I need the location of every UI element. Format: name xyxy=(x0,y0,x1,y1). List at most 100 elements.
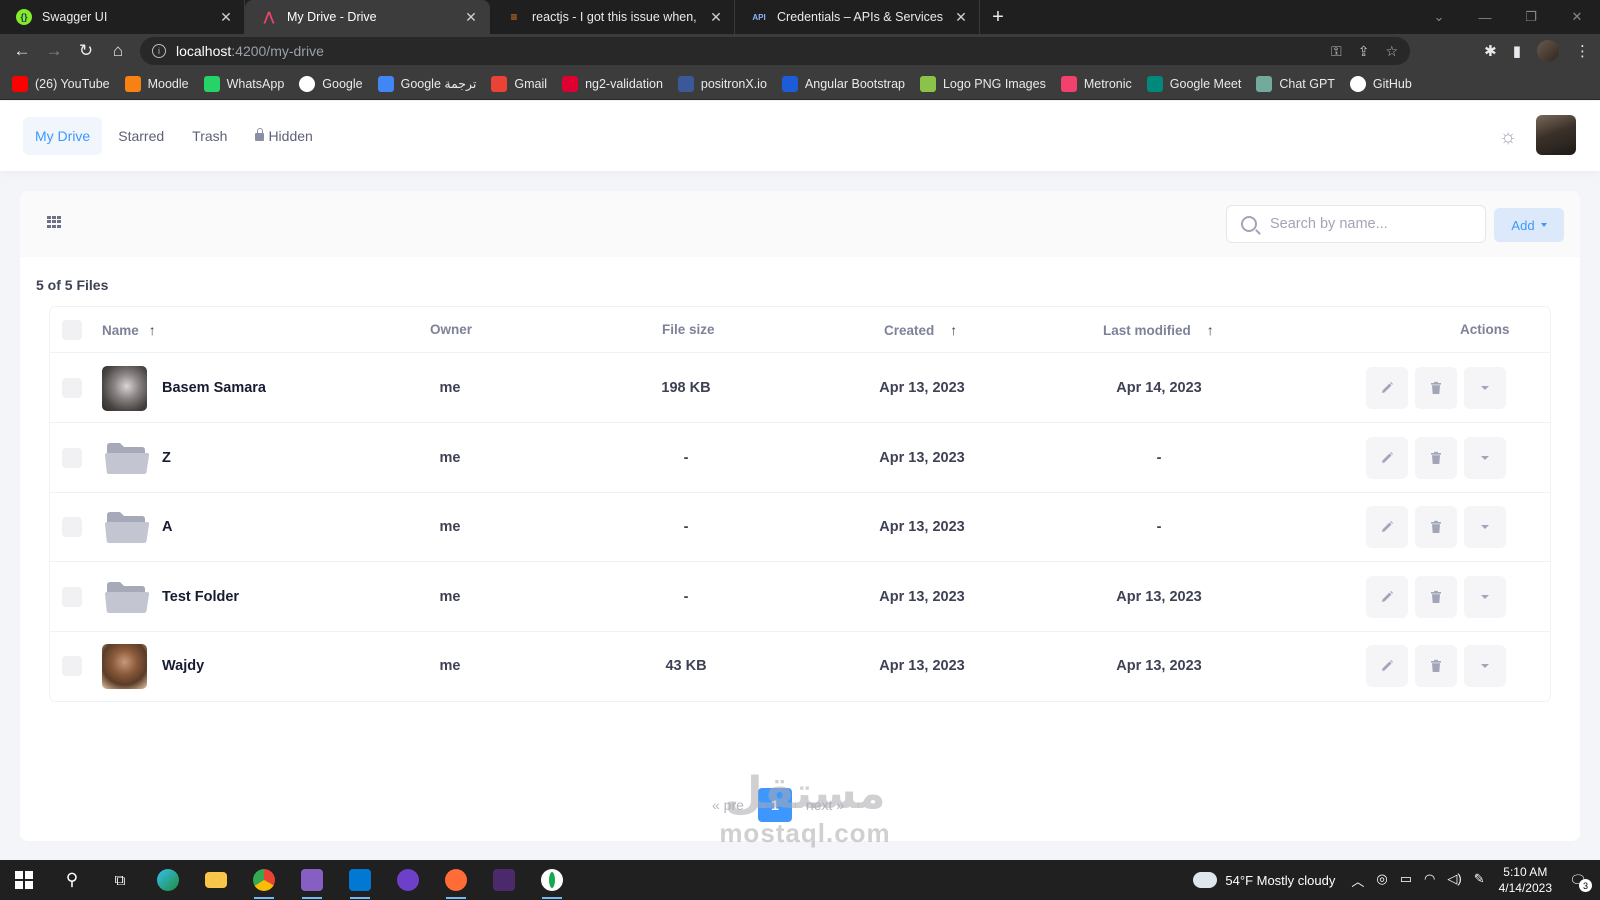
edit-button[interactable] xyxy=(1366,367,1408,409)
browser-tab-stackoverflow[interactable]: ≡ reactjs - I got this issue when, I a ✕ xyxy=(490,0,735,34)
table-row[interactable]: Ame - Apr 13, 2023 - xyxy=(50,492,1550,562)
maximize-button[interactable]: ❐ xyxy=(1508,0,1554,34)
mongodb-compass-icon[interactable] xyxy=(528,860,576,900)
home-button[interactable]: ⌂ xyxy=(102,35,134,67)
site-info-icon[interactable]: i xyxy=(152,44,166,58)
browser-tab-credentials[interactable]: API Credentials – APIs & Services – M ✕ xyxy=(735,0,980,34)
edit-button[interactable] xyxy=(1366,506,1408,548)
page-1-button[interactable]: 1 xyxy=(757,788,792,822)
search-input[interactable] xyxy=(1270,216,1470,232)
tab-trash[interactable]: Trash xyxy=(180,117,239,155)
select-all-checkbox[interactable] xyxy=(62,320,82,340)
sun-icon[interactable]: ☼ xyxy=(1497,126,1519,148)
tab-starred[interactable]: Starred xyxy=(106,117,176,155)
more-actions-button[interactable] xyxy=(1464,575,1506,618)
battery-icon[interactable]: ▭ xyxy=(1400,871,1412,890)
clock[interactable]: 5:10 AM 4/14/2023 xyxy=(1499,864,1552,896)
delete-button[interactable] xyxy=(1415,575,1457,618)
meet-now-icon[interactable]: ◎ xyxy=(1376,871,1387,890)
edit-button[interactable] xyxy=(1366,575,1408,618)
delete-button[interactable] xyxy=(1415,645,1457,687)
more-actions-button[interactable] xyxy=(1464,436,1506,479)
notification-icon[interactable]: 🗨 3 xyxy=(1564,866,1592,894)
vscode-icon[interactable] xyxy=(336,860,384,900)
key-icon[interactable]: ⚿ xyxy=(1331,43,1342,60)
image-thumbnail[interactable] xyxy=(102,644,147,689)
bookmark-item[interactable]: Metronic xyxy=(1060,75,1132,92)
row-checkbox[interactable] xyxy=(62,378,82,398)
browser-tab-swagger[interactable]: {} Swagger UI ✕ xyxy=(0,0,245,34)
bookmark-item[interactable]: Angular Bootstrap xyxy=(781,75,905,92)
file-name[interactable]: A xyxy=(162,519,172,535)
tab-search-icon[interactable]: ⌄ xyxy=(1416,0,1462,34)
file-name[interactable]: Basem Samara xyxy=(162,380,266,396)
share-icon[interactable]: ⇪ xyxy=(1358,43,1370,60)
start-button[interactable] xyxy=(0,860,48,900)
user-avatar[interactable] xyxy=(1536,115,1576,155)
column-last-modified[interactable]: Last modified ↑ xyxy=(1103,322,1214,338)
more-actions-button[interactable] xyxy=(1464,645,1506,687)
task-view-icon[interactable]: ⧉ xyxy=(96,860,144,900)
bookmark-item[interactable]: (26) YouTube xyxy=(12,75,110,92)
table-row[interactable]: Wajdy me 43 KB Apr 13, 2023 Apr 13, 2023 xyxy=(50,631,1550,701)
file-explorer-icon[interactable] xyxy=(192,860,240,900)
image-thumbnail[interactable] xyxy=(102,366,147,411)
bookmark-item[interactable]: ng2-validation xyxy=(562,75,663,92)
more-actions-button[interactable] xyxy=(1464,506,1506,548)
wifi-icon[interactable]: ◠ xyxy=(1424,871,1435,890)
new-tab-button[interactable]: + xyxy=(980,0,1016,34)
row-checkbox[interactable] xyxy=(62,656,82,676)
delete-button[interactable] xyxy=(1415,506,1457,548)
bookmark-item[interactable]: GitHub xyxy=(1349,75,1412,92)
minimize-button[interactable]: — xyxy=(1462,0,1508,34)
column-name[interactable]: Name ↑ xyxy=(102,322,156,338)
row-checkbox[interactable] xyxy=(62,586,82,607)
bookmark-star-icon[interactable]: ☆ xyxy=(1385,43,1398,60)
table-row[interactable]: Test Folder me - Apr 13, 2023 Apr 13, 2023 xyxy=(50,562,1550,632)
file-name[interactable]: Z xyxy=(162,450,171,466)
close-icon[interactable]: ✕ xyxy=(463,9,479,26)
back-button[interactable]: ← xyxy=(6,35,38,67)
file-name[interactable]: Wajdy xyxy=(162,658,204,674)
bookmark-item[interactable]: Google xyxy=(299,75,363,92)
bookmark-item[interactable]: Logo PNG Images xyxy=(919,75,1046,92)
delete-button[interactable] xyxy=(1415,436,1457,479)
add-button[interactable]: Add xyxy=(1494,208,1564,242)
edit-button[interactable] xyxy=(1366,645,1408,687)
reload-button[interactable]: ↻ xyxy=(70,35,102,67)
terminal-icon[interactable] xyxy=(480,860,528,900)
more-actions-button[interactable] xyxy=(1464,367,1506,409)
tab-my-drive[interactable]: My Drive xyxy=(23,117,103,155)
bookmark-item[interactable]: positronX.io xyxy=(677,75,767,92)
weather-widget[interactable]: 54°F Mostly cloudy xyxy=(1193,866,1335,888)
github-desktop-icon[interactable] xyxy=(384,860,432,900)
url-bar[interactable]: i localhost:4200/my-drive ⚿ ⇪ ☆ xyxy=(140,37,1410,65)
chrome-icon[interactable] xyxy=(240,860,288,900)
browser-tab-my-drive[interactable]: ⋀ My Drive - Drive ✕ xyxy=(245,0,490,34)
tab-hidden[interactable]: Hidden xyxy=(243,117,324,155)
bookmark-item[interactable]: Google Meet xyxy=(1146,75,1241,92)
bookmark-item[interactable]: Google ترجمة xyxy=(377,75,476,92)
column-created[interactable]: Created ↑ xyxy=(884,322,957,338)
bookmark-item[interactable]: Moodle xyxy=(124,75,189,92)
table-row[interactable]: Basem Samara me 198 KB Apr 13, 2023 Apr 14, … xyxy=(50,353,1550,423)
pen-icon[interactable]: ✎ xyxy=(1474,871,1485,890)
side-panel-icon[interactable]: ▮ xyxy=(1513,42,1521,60)
edit-button[interactable] xyxy=(1366,436,1408,479)
visual-studio-icon[interactable] xyxy=(288,860,336,900)
postman-icon[interactable] xyxy=(432,860,480,900)
chevron-up-icon[interactable]: ︿ xyxy=(1351,871,1364,890)
table-row[interactable]: Zme - Apr 13, 2023 - xyxy=(50,423,1550,493)
close-icon[interactable]: ✕ xyxy=(218,9,234,26)
volume-icon[interactable]: ◁) xyxy=(1447,871,1461,890)
grid-view-icon[interactable] xyxy=(47,216,61,228)
close-icon[interactable]: ✕ xyxy=(708,9,724,26)
extensions-icon[interactable]: ✱ xyxy=(1484,42,1497,60)
bookmark-item[interactable]: Gmail xyxy=(491,75,547,92)
close-window-button[interactable]: ✕ xyxy=(1554,0,1600,34)
bookmark-item[interactable]: Chat GPT xyxy=(1256,75,1335,92)
edge-icon[interactable] xyxy=(144,860,192,900)
next-page-link[interactable]: next » xyxy=(806,797,844,813)
delete-button[interactable] xyxy=(1415,367,1457,409)
prev-page-link[interactable]: « pre xyxy=(712,797,744,813)
